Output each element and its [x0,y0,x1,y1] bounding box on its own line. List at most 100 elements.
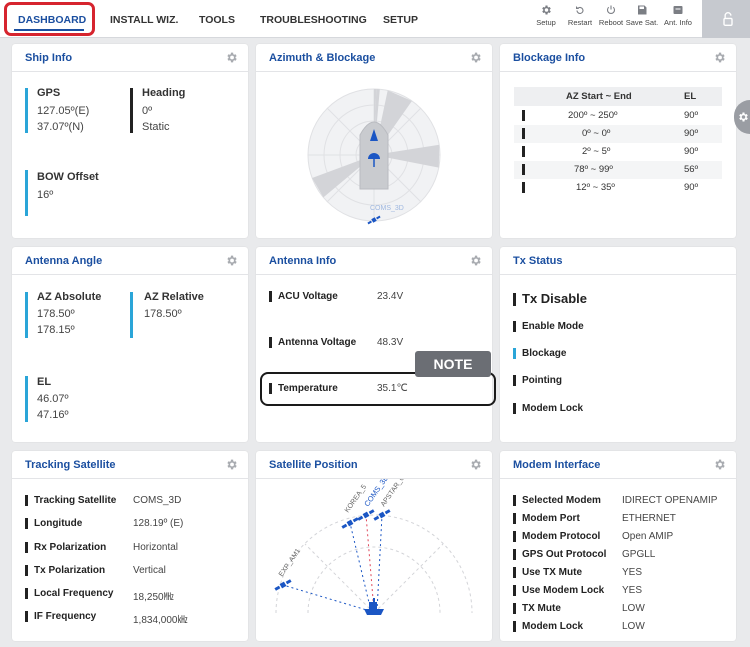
modem-protocol-label: Modem Protocol [522,531,601,542]
gear-icon[interactable] [225,51,238,64]
tab-setup[interactable]: SETUP [383,0,418,38]
enable-mode-label: Enable Mode [522,321,584,332]
az-absolute-indicator [25,292,28,338]
toolbar-ant-info-button[interactable]: Ant. Info [661,4,695,27]
satellite-icon-korea5 [341,517,359,529]
floating-settings-button[interactable] [734,100,750,134]
row-marker [522,128,525,139]
row-marker [25,542,28,553]
row-marker [513,531,516,542]
toolbar-save-sat-button[interactable]: Save Sat. [625,4,659,27]
top-navigation-bar: DASHBOARD INSTALL WIZ. TOOLS TROUBLESHOO… [0,0,750,38]
tx-disable-label: Tx Disable [522,291,588,306]
card-title: Azimuth & Blockage [269,52,376,64]
card-blockage-info: Blockage Info AZ Start ~ End EL 200º ~ 2… [500,44,736,238]
rx-polarization-label: Rx Polarization [34,542,107,553]
card-header: Blockage Info [500,44,736,72]
card-tracking-satellite: Tracking Satellite Tracking Satellite CO… [12,451,248,641]
gear-icon[interactable] [713,458,726,471]
table-row: 2º ~ 5º 90º [514,143,722,161]
if-frequency-label: IF Frequency [34,611,97,622]
lock-icon [723,12,733,26]
tx-mute-value: LOW [622,603,645,614]
card-header: Satellite Position [256,451,492,479]
card-antenna-angle: Antenna Angle AZ Absolute 178.50º 178.15… [12,247,248,442]
gps-out-protocol-label: GPS Out Protocol [522,549,607,560]
tx-disable-marker [513,293,516,306]
gear-icon[interactable] [225,254,238,267]
toolbar-setup-button[interactable]: Setup [529,4,563,27]
card-header: Tx Status [500,247,736,275]
modem-lock-value: LOW [622,621,645,632]
column-header-az: AZ Start ~ End [566,91,632,102]
satellite-icon-expam1 [274,579,292,591]
card-modem-interface: Modem Interface Selected Modem IDIRECT O… [500,451,736,641]
card-header: Azimuth & Blockage [256,44,492,72]
tx-mute-label: TX Mute [522,603,561,614]
card-title: Tx Status [513,255,563,267]
gps-label: GPS [37,87,61,99]
info-icon [673,6,683,14]
tab-install-wizard[interactable]: INSTALL WIZ. [110,0,178,38]
use-modem-lock-label: Use Modem Lock [522,585,605,596]
lock-button[interactable] [702,0,750,38]
power-icon [606,5,616,14]
tab-tools[interactable]: TOOLS [199,0,235,38]
toolbar-setup-label: Setup [536,18,556,27]
card-title: Antenna Angle [25,255,103,267]
gear-icon[interactable] [469,51,482,64]
row-marker [513,513,516,524]
restart-icon [576,6,584,14]
row-marker [25,611,28,622]
rx-polarization-value: Horizontal [133,542,179,553]
heading-value: 0º [142,105,153,117]
el-indicator [25,376,28,422]
table-row: 0º ~ 0º 90º [514,125,722,143]
az-absolute-value-2: 178.15º [37,324,75,336]
row-marker [513,567,516,578]
card-title: Ship Info [25,52,73,64]
el-label: EL [37,376,52,388]
heading-indicator [130,88,133,133]
az-absolute-value-1: 178.50º [37,308,75,320]
tx-polarization-label: Tx Polarization [34,565,106,576]
gps-latitude: 37.07º(N) [37,121,84,133]
row-marker [25,588,28,599]
gear-icon[interactable] [469,458,482,471]
antenna-voltage-label: Antenna Voltage [278,337,357,348]
selected-modem-label: Selected Modem [522,495,601,506]
card-header: Tracking Satellite [12,451,248,479]
tx-polarization-value: Vertical [133,565,166,576]
tracking-satellite-value: COMS_3D [133,495,182,506]
az-absolute-label: AZ Absolute [37,291,102,303]
blockage-range: 78º ~ 99º [574,164,613,175]
row-marker [522,110,525,121]
acu-voltage-value: 23.4V [377,291,404,302]
card-header: Modem Interface [500,451,736,479]
bow-offset-indicator [25,170,28,216]
gear-icon[interactable] [469,254,482,267]
row-marker [25,495,28,506]
status-marker [513,403,516,414]
gear-icon [739,112,748,122]
toolbar-restart-label: Restart [567,18,593,27]
heading-label: Heading [142,87,186,99]
row-marker [513,549,516,560]
row-marker [25,518,28,529]
az-relative-value: 178.50º [144,308,182,320]
ship-icon [364,598,384,615]
toolbar-restart-button[interactable]: Restart [563,4,597,27]
card-title: Tracking Satellite [25,459,116,471]
row-marker [522,146,525,157]
longitude-label: Longitude [34,518,83,529]
bow-offset-label: BOW Offset [37,171,99,183]
tab-troubleshooting[interactable]: TROUBLESHOOTING [260,0,367,38]
blockage-range: 2º ~ 5º [582,146,611,157]
row-marker [522,164,525,175]
el-value-1: 46.07º [37,393,69,405]
gear-icon[interactable] [713,51,726,64]
row-marker [513,585,516,596]
toolbar-reboot-button[interactable]: Reboot [594,4,628,27]
column-header-el: EL [684,91,697,102]
gear-icon[interactable] [225,458,238,471]
